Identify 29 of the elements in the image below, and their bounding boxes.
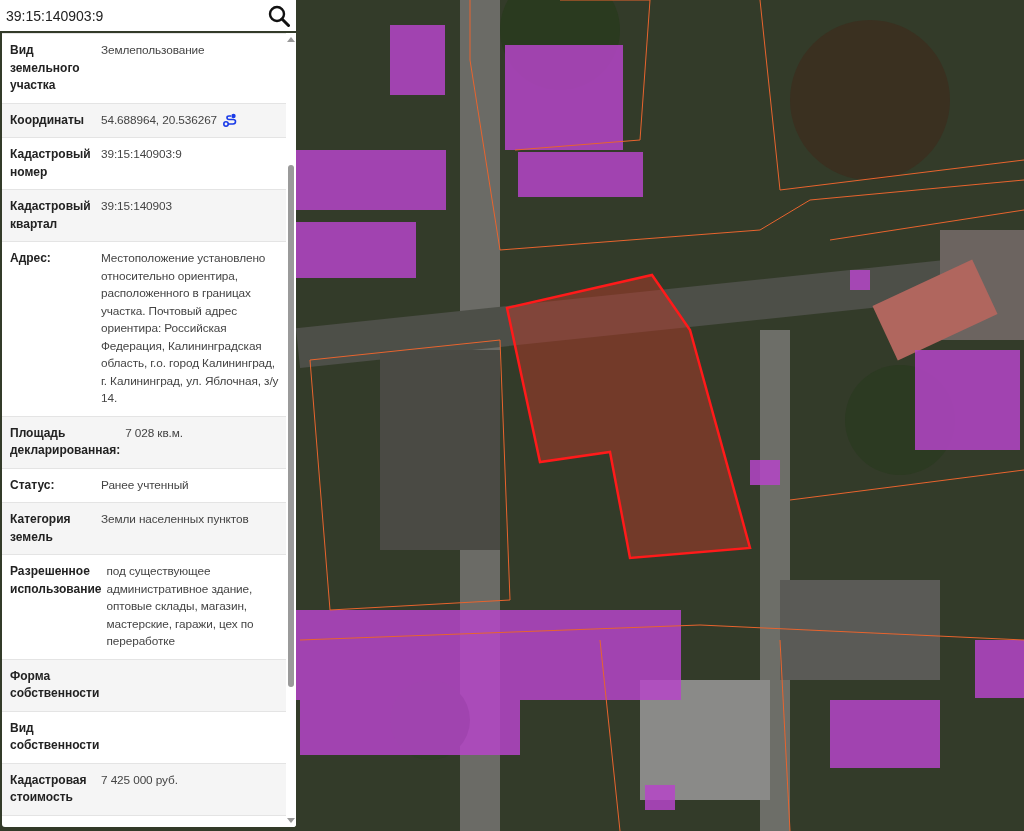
field-value: Землепользование xyxy=(101,43,205,57)
field-label: Кадастровый квартал xyxy=(10,198,92,233)
field-label: Вид собственности xyxy=(10,719,100,754)
field-label: Вид земельного участка xyxy=(10,42,81,94)
scroll-down-icon[interactable] xyxy=(287,818,295,823)
search-field[interactable]: 39:15:140903:9 xyxy=(0,0,262,31)
field-label: Адрес: xyxy=(10,250,52,267)
field-label: Статус: xyxy=(10,476,56,494)
field-value: 7 425 000 руб. xyxy=(101,772,178,787)
field-label: Кадастровая стоимость xyxy=(10,771,88,806)
route-icon[interactable] xyxy=(223,112,238,127)
field-value: Местоположение установлено относительно ориентира, расположенного в границах участка. Почтовый адрес ориентира: Российская Федерация, Калининградская область, г.о. город Калининград, г. Калининград, ул. Яблочная, з/у 14. xyxy=(101,251,279,405)
field-label: Разрешенное использование xyxy=(10,563,102,598)
field-label: Категория земель xyxy=(10,511,72,546)
field-value: 39:15:140903:9 xyxy=(101,147,182,161)
field-value: 39:15:140903 xyxy=(101,199,172,213)
scrollbar-thumb[interactable] xyxy=(288,165,294,687)
search-button[interactable] xyxy=(262,0,296,31)
field-value: 54.688964, 20.536267 xyxy=(101,112,218,127)
field-value: Ранее учтенный xyxy=(101,477,189,492)
field-label: Площадь декларированная: xyxy=(10,424,121,459)
field-label: Кадастровый номер xyxy=(10,146,92,181)
scroll-up-icon[interactable] xyxy=(287,37,295,42)
field-label: Координаты xyxy=(10,111,86,129)
field-label: Форма собственности xyxy=(10,667,100,702)
search-icon xyxy=(268,4,290,27)
field-value: Земли населенных пунктов xyxy=(101,512,249,526)
field-value: 7 028 кв.м. xyxy=(125,425,183,440)
field-value: под существующее административное здание, оптовые склады, магазин, мастерские, гаражи, цех по переработке xyxy=(106,564,254,648)
